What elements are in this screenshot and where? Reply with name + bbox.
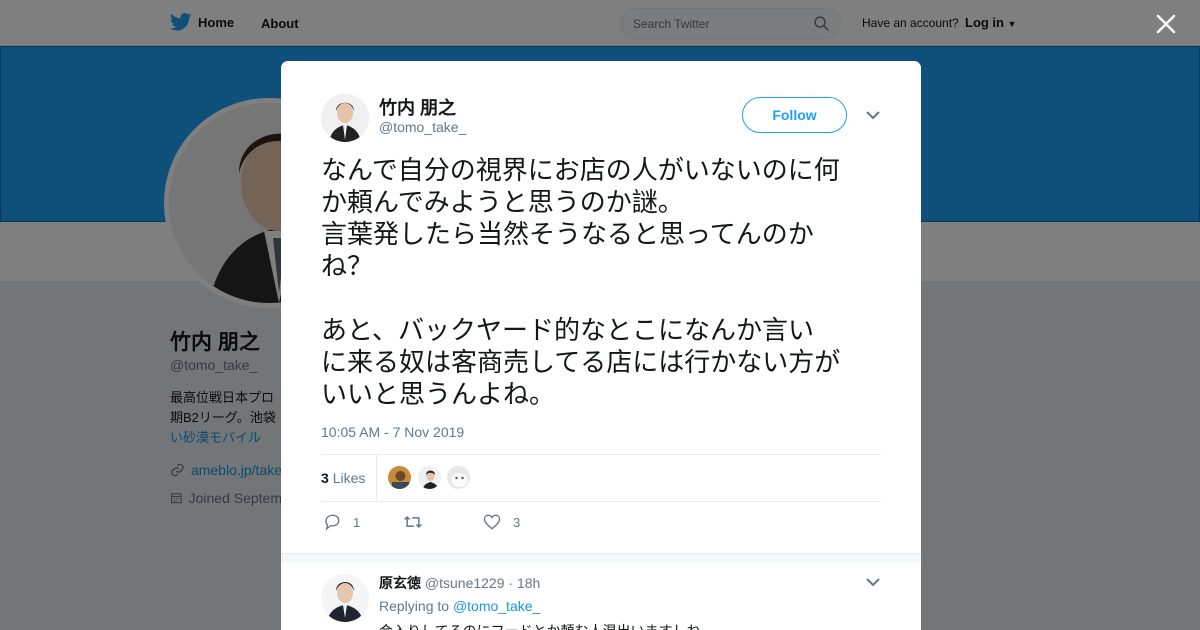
- retweet-icon: [404, 515, 422, 529]
- follow-button[interactable]: Follow: [742, 97, 847, 133]
- tweet-modal: 竹内 朋之 @tomo_take_ Follow なんで自分の視界にお店の人がい…: [281, 61, 921, 630]
- like-button[interactable]: 3: [483, 513, 520, 531]
- author-avatar[interactable]: [321, 94, 369, 142]
- retweet-button[interactable]: [403, 513, 435, 531]
- like-count: 3: [513, 514, 521, 530]
- tweet-text-line: ね？: [321, 251, 374, 281]
- tweet-text-line: あと、バックヤード的なとこになんか言い: [321, 315, 814, 345]
- tweet-text-line: なんで自分の視界にお店の人がいないのに何: [321, 155, 840, 185]
- reply-author-name[interactable]: 原玄徳: [379, 575, 421, 591]
- close-icon[interactable]: [1155, 13, 1177, 35]
- stats-divider: [376, 455, 377, 501]
- tweet-text-line: か頼んでみようと思うのか謎。: [321, 187, 684, 217]
- tweet-timestamp[interactable]: 10:05 AM - 7 Nov 2019: [321, 424, 464, 440]
- chevron-down-icon[interactable]: [865, 575, 881, 589]
- reply-author-avatar[interactable]: [321, 574, 369, 622]
- heart-icon: [483, 514, 501, 530]
- tweet-text-gap: [321, 282, 886, 314]
- reply-count: 1: [353, 514, 361, 530]
- author-handle[interactable]: @tomo_take_: [379, 119, 466, 135]
- liker-avatar[interactable]: [417, 465, 442, 490]
- likes-label: Likes: [332, 470, 366, 486]
- likes-stat[interactable]: 3 Likes: [321, 470, 365, 486]
- reply-author-handle[interactable]: @tsune1229: [425, 575, 505, 591]
- tweet-text-line: 言葉発したら当然そうなると思ってんのか: [321, 219, 814, 249]
- reply-time[interactable]: · 18h: [508, 575, 540, 591]
- tweet-text: なんで自分の視界にお店の人がいないのに何 か頼んでみようと思うのか謎。 言葉発し…: [321, 154, 886, 410]
- replying-prefix: Replying to: [379, 598, 450, 614]
- author-name[interactable]: 竹内 朋之: [379, 94, 456, 120]
- likes-count: 3: [321, 470, 329, 486]
- liker-avatar[interactable]: [446, 465, 471, 490]
- chevron-down-icon[interactable]: [865, 108, 881, 122]
- reply-header: 原玄徳 @tsune1229 · 18h: [379, 573, 540, 593]
- reply-icon: [325, 514, 340, 531]
- reply-text: 会入りしてるのにフードとか頼む人混出いますしね: [379, 621, 701, 630]
- liker-avatar[interactable]: [387, 465, 412, 490]
- modal-divider: [281, 553, 921, 563]
- tweet-actions: 1 3: [321, 513, 881, 533]
- reply-button[interactable]: 1: [323, 513, 360, 531]
- replying-to-handle[interactable]: @tomo_take_: [453, 598, 540, 614]
- replying-to: Replying to @tomo_take_: [379, 598, 540, 614]
- tweet-text-line: に来る奴は客商売してる店には行かない方が: [321, 347, 841, 377]
- tweet-text-line: いいと思うんよね。: [321, 379, 556, 409]
- tweet-stats: 3 Likes: [321, 454, 881, 502]
